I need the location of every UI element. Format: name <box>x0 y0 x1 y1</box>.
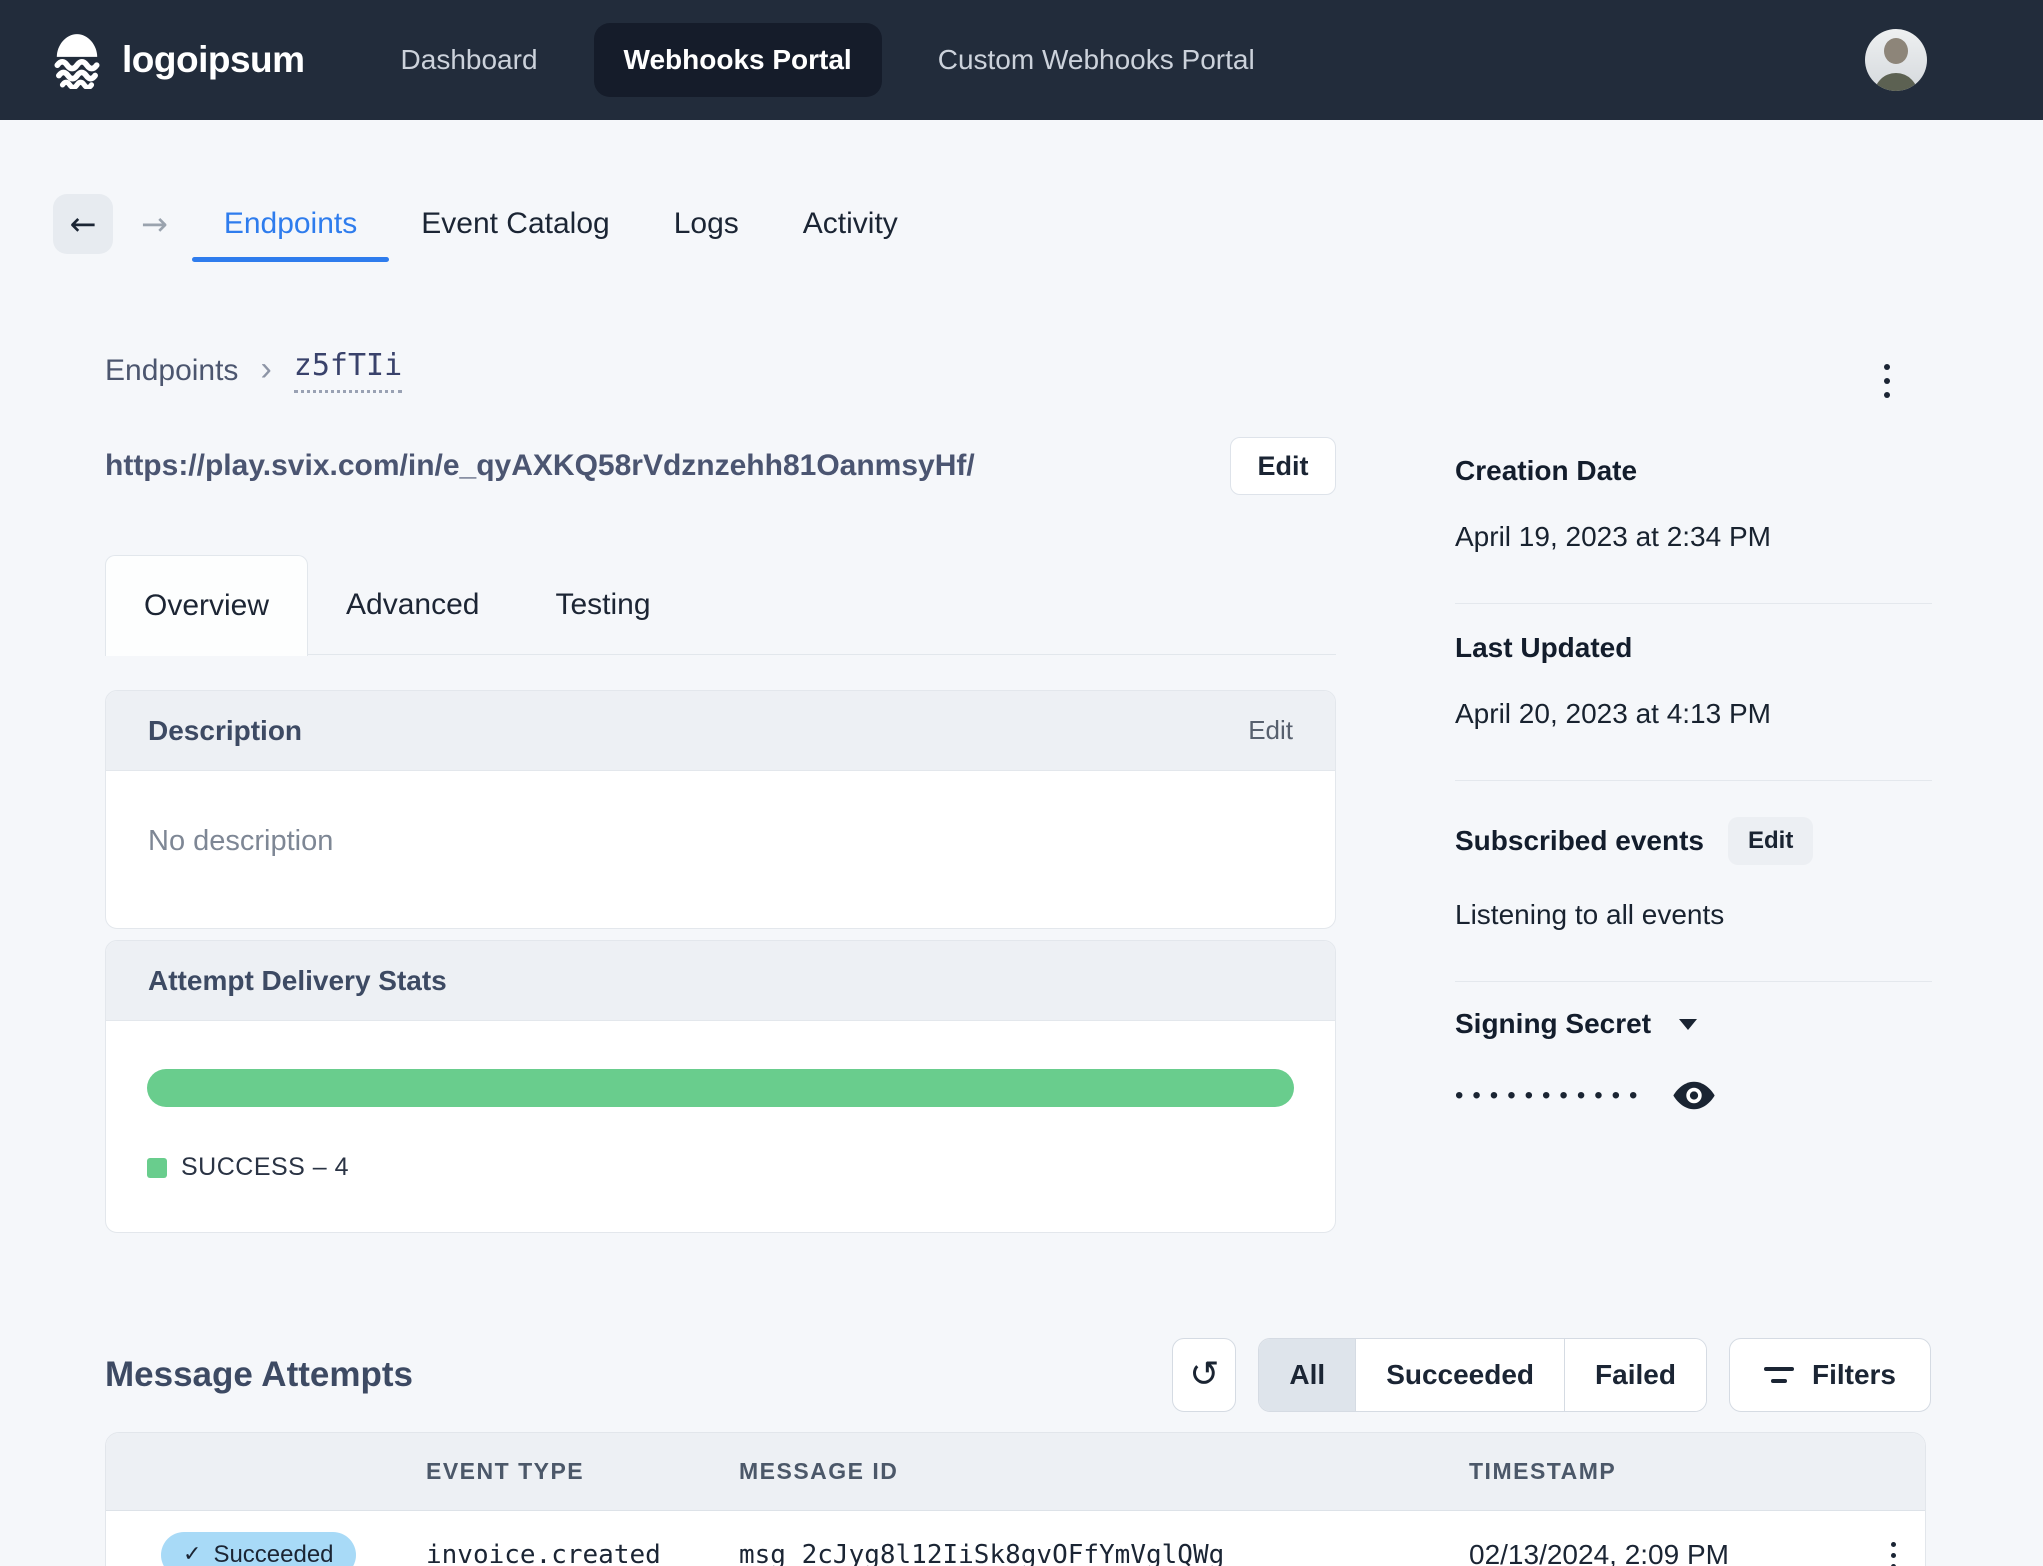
attempt-delivery-stats-card: Attempt Delivery Stats SUCCESS – 4 <box>105 940 1336 1233</box>
forward-arrow-icon: → <box>141 205 168 243</box>
refresh-button[interactable]: ↺ <box>1172 1338 1237 1412</box>
webhooks-portal-page: logoipsum Dashboard Webhooks Portal Cust… <box>0 0 2043 1566</box>
tab-endpoints[interactable]: Endpoints <box>191 186 390 262</box>
column-timestamp: TIMESTAMP <box>1469 1458 1617 1484</box>
tab-activity[interactable]: Activity <box>771 186 930 262</box>
eye-icon[interactable] <box>1672 1080 1716 1111</box>
description-title: Description <box>148 714 303 746</box>
creation-date-label: Creation Date <box>1455 455 1638 486</box>
attempt-filter-segmented: All Succeeded Failed <box>1258 1338 1707 1412</box>
success-legend-label: SUCCESS – 4 <box>181 1153 350 1181</box>
description-card: Description Edit No description <box>105 690 1336 929</box>
user-avatar[interactable] <box>1865 29 1927 91</box>
tab-overview[interactable]: Overview <box>105 555 309 656</box>
edit-description-link[interactable]: Edit <box>1248 715 1293 746</box>
chevron-down-icon <box>1679 1018 1698 1030</box>
forward-button[interactable]: → <box>141 208 168 240</box>
edit-subscribed-events-button[interactable]: Edit <box>1727 817 1814 865</box>
success-rate-bar <box>147 1069 1294 1107</box>
message-id-cell: msg_2cJyg8l12IiSk8gvOFfYmVglQWg <box>739 1540 1225 1566</box>
success-legend-swatch <box>147 1157 167 1178</box>
row-actions-cell <box>1859 1538 1925 1566</box>
check-icon: ✓ <box>183 1542 202 1566</box>
tab-advanced[interactable]: Advanced <box>308 555 517 654</box>
last-updated-label: Last Updated <box>1455 632 1633 663</box>
main-nav: Dashboard Webhooks Portal Custom Webhook… <box>401 23 1255 97</box>
signing-secret-row: ••••••••••• <box>1455 1080 1932 1111</box>
table-row[interactable]: ✓ Succeeded invoice.created msg_2cJyg8l1… <box>106 1511 1925 1566</box>
filter-succeeded-button[interactable]: Succeeded <box>1355 1339 1565 1411</box>
tab-logs[interactable]: Logs <box>642 186 771 262</box>
event-type-cell: invoice.created <box>426 1540 661 1566</box>
subscribed-events-label: Subscribed events <box>1455 825 1704 856</box>
portal-tab-bar: Endpoints Event Catalog Logs Activity <box>191 186 930 262</box>
status-label: Succeeded <box>213 1541 334 1566</box>
sidebar-divider <box>1455 603 1932 604</box>
back-arrow-icon: ← <box>69 205 97 243</box>
table-header-row: EVENT TYPE MESSAGE ID TIMESTAMP <box>106 1433 1925 1511</box>
logo-text: logoipsum <box>122 39 305 80</box>
breadcrumb-endpoints-link[interactable]: Endpoints <box>105 354 238 388</box>
avatar-shoulders-shape <box>1874 73 1918 91</box>
endpoint-url-row: https://play.svix.com/in/e_qyAXKQ58rVdzn… <box>105 437 1336 495</box>
signing-secret-toggle[interactable]: Signing Secret <box>1455 1008 1932 1040</box>
endpoint-options-kebab-icon[interactable] <box>1880 360 1894 402</box>
subscribed-events-row: Subscribed events Edit <box>1455 817 1932 865</box>
sidebar-divider <box>1455 981 1932 982</box>
filter-all-button[interactable]: All <box>1259 1339 1356 1411</box>
message-attempts-header: Message Attempts ↺ All Succeeded Failed … <box>105 1335 1931 1415</box>
filter-lines-icon <box>1763 1367 1794 1383</box>
sidebar-divider <box>1455 780 1932 781</box>
tab-testing[interactable]: Testing <box>517 555 688 654</box>
filters-label: Filters <box>1811 1359 1896 1390</box>
nav-item-dashboard[interactable]: Dashboard <box>401 44 538 76</box>
endpoint-meta-sidebar: Creation Date April 19, 2023 at 2:34 PM … <box>1455 437 1932 1111</box>
back-button[interactable]: ← <box>53 194 113 254</box>
stats-card-body: SUCCESS – 4 <box>106 1021 1335 1232</box>
top-nav: logoipsum Dashboard Webhooks Portal Cust… <box>0 0 2043 120</box>
status-badge: ✓ Succeeded <box>161 1532 356 1566</box>
timestamp-cell: 02/13/2024, 2:09 PM <box>1469 1539 1729 1566</box>
tab-event-catalog[interactable]: Event Catalog <box>389 186 641 262</box>
logo-wave-icon <box>54 34 100 89</box>
message-attempts-table: EVENT TYPE MESSAGE ID TIMESTAMP ✓ Succee… <box>105 1432 1926 1566</box>
stats-legend: SUCCESS – 4 <box>147 1153 1294 1182</box>
status-cell: ✓ Succeeded <box>106 1532 426 1566</box>
subscribed-events-value: Listening to all events <box>1455 899 1725 930</box>
column-event-type: EVENT TYPE <box>426 1458 585 1484</box>
portal-toolbar: ← → Endpoints Event Catalog Logs Activit… <box>53 186 930 262</box>
description-card-header: Description Edit <box>106 691 1335 771</box>
signing-secret-masked: ••••••••••• <box>1455 1081 1647 1109</box>
filter-failed-button[interactable]: Failed <box>1564 1339 1706 1411</box>
breadcrumb: Endpoints › z5fTIi <box>105 348 403 393</box>
breadcrumb-endpoint-id[interactable]: z5fTIi <box>293 348 403 393</box>
creation-date-value: April 19, 2023 at 2:34 PM <box>1455 521 1771 552</box>
filters-button[interactable]: Filters <box>1728 1338 1931 1412</box>
nav-item-custom-webhooks-portal[interactable]: Custom Webhooks Portal <box>938 44 1255 76</box>
stats-title: Attempt Delivery Stats <box>148 964 447 996</box>
attempts-controls: ↺ All Succeeded Failed Filters <box>1172 1338 1931 1412</box>
description-text: No description <box>148 825 334 857</box>
logo[interactable]: logoipsum <box>48 31 305 89</box>
signing-secret-label: Signing Secret <box>1455 1008 1652 1039</box>
chevron-right-icon: › <box>260 349 272 388</box>
edit-url-button[interactable]: Edit <box>1230 437 1336 495</box>
last-updated-value: April 20, 2023 at 4:13 PM <box>1455 698 1771 729</box>
avatar-head-shape <box>1884 38 1908 64</box>
row-options-kebab-icon[interactable] <box>1887 1538 1900 1566</box>
message-attempts-title: Message Attempts <box>105 1355 413 1394</box>
stats-card-header: Attempt Delivery Stats <box>106 941 1335 1021</box>
detail-tab-bar: Overview Advanced Testing <box>105 555 1336 656</box>
column-message-id: MESSAGE ID <box>739 1458 899 1484</box>
nav-item-webhooks-portal[interactable]: Webhooks Portal <box>593 23 882 97</box>
refresh-icon: ↺ <box>1189 1354 1220 1395</box>
endpoint-url: https://play.svix.com/in/e_qyAXKQ58rVdzn… <box>105 449 975 482</box>
